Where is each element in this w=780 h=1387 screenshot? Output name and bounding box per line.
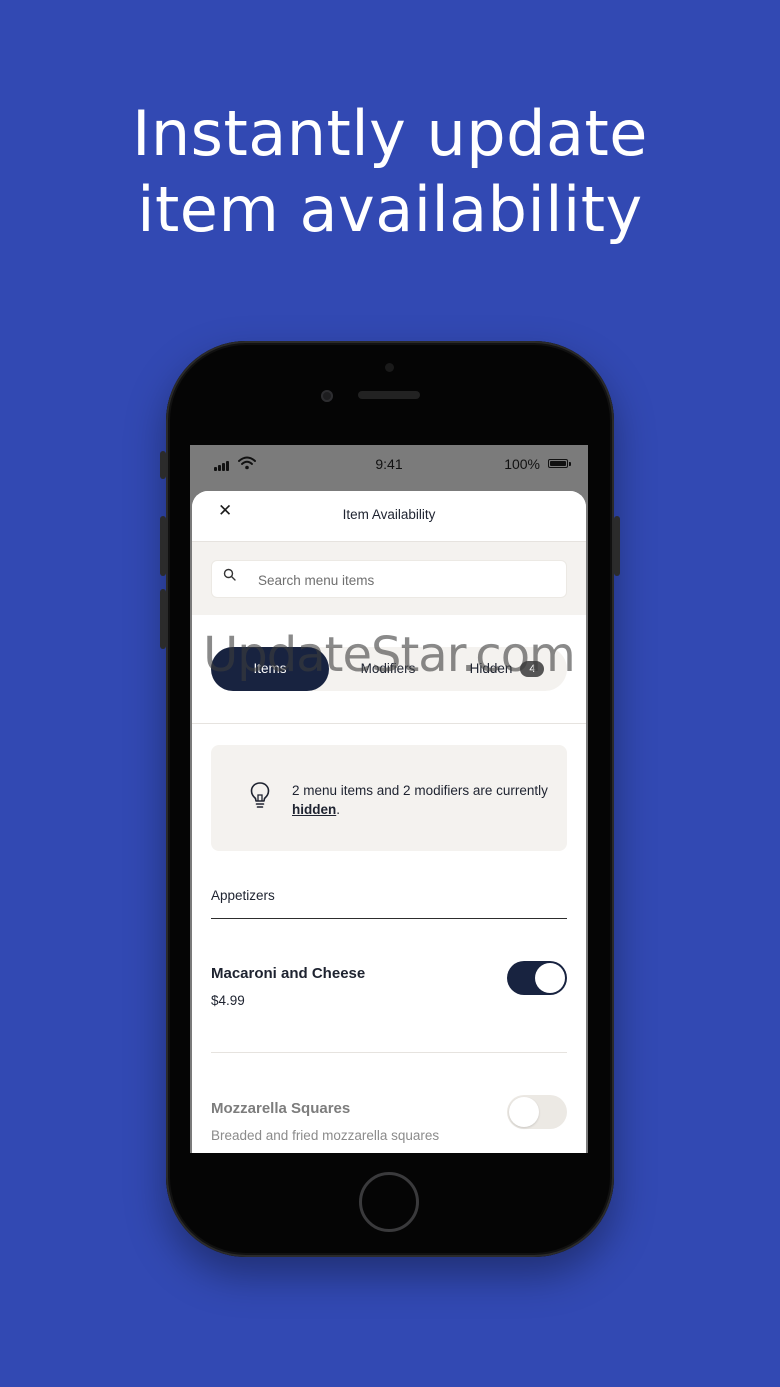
headline-line-2: item availability	[137, 173, 643, 246]
phone-frame: 9:41 100% ✕ Item Availability Search men…	[160, 341, 620, 1257]
availability-toggle[interactable]	[507, 1095, 567, 1129]
phone-screen: 9:41 100% ✕ Item Availability Search men…	[190, 445, 588, 1153]
notice-text-main: 2 menu items and 2 modifiers are current…	[292, 783, 548, 798]
lightbulb-icon	[250, 782, 270, 808]
volume-up-button	[160, 516, 166, 576]
item-description: Breaded and fried mozzarella squares	[211, 1128, 440, 1143]
battery-icon	[548, 459, 568, 468]
item-price: $4.99	[211, 993, 245, 1008]
status-bar: 9:41 100%	[190, 445, 588, 483]
sheet-header: ✕ Item Availability	[192, 491, 586, 542]
headline-line-1: Instantly update	[132, 97, 648, 170]
toggle-knob	[535, 963, 565, 993]
front-camera	[321, 390, 333, 402]
item-availability-sheet: ✕ Item Availability Items Modifiers	[192, 491, 586, 1153]
search-box[interactable]	[211, 560, 567, 598]
volume-down-button	[160, 589, 166, 649]
search-icon	[223, 568, 236, 581]
battery-percentage: 100%	[504, 456, 540, 472]
item-divider	[211, 1052, 567, 1053]
search-section	[192, 542, 586, 615]
proximity-sensor	[385, 363, 394, 372]
section-title: Appetizers	[211, 888, 567, 919]
search-input[interactable]	[258, 570, 548, 590]
home-button[interactable]	[359, 1172, 419, 1232]
availability-toggle[interactable]	[507, 961, 567, 995]
notice-text-end: .	[336, 802, 341, 817]
hidden-items-link[interactable]: hidden	[292, 802, 336, 817]
tabs-divider	[192, 723, 586, 724]
earpiece-speaker	[358, 391, 420, 399]
headline: Instantly update item availability	[0, 96, 780, 248]
hidden-items-notice: 2 menu items and 2 modifiers are current…	[211, 745, 567, 851]
notice-text: 2 menu items and 2 modifiers are current…	[292, 781, 552, 819]
battery-tip	[569, 462, 571, 466]
sheet-title: Item Availability	[342, 507, 436, 522]
silent-switch	[160, 451, 166, 479]
power-button	[614, 516, 620, 576]
toggle-knob	[509, 1097, 539, 1127]
watermark: UpdateStar.com	[203, 627, 576, 683]
